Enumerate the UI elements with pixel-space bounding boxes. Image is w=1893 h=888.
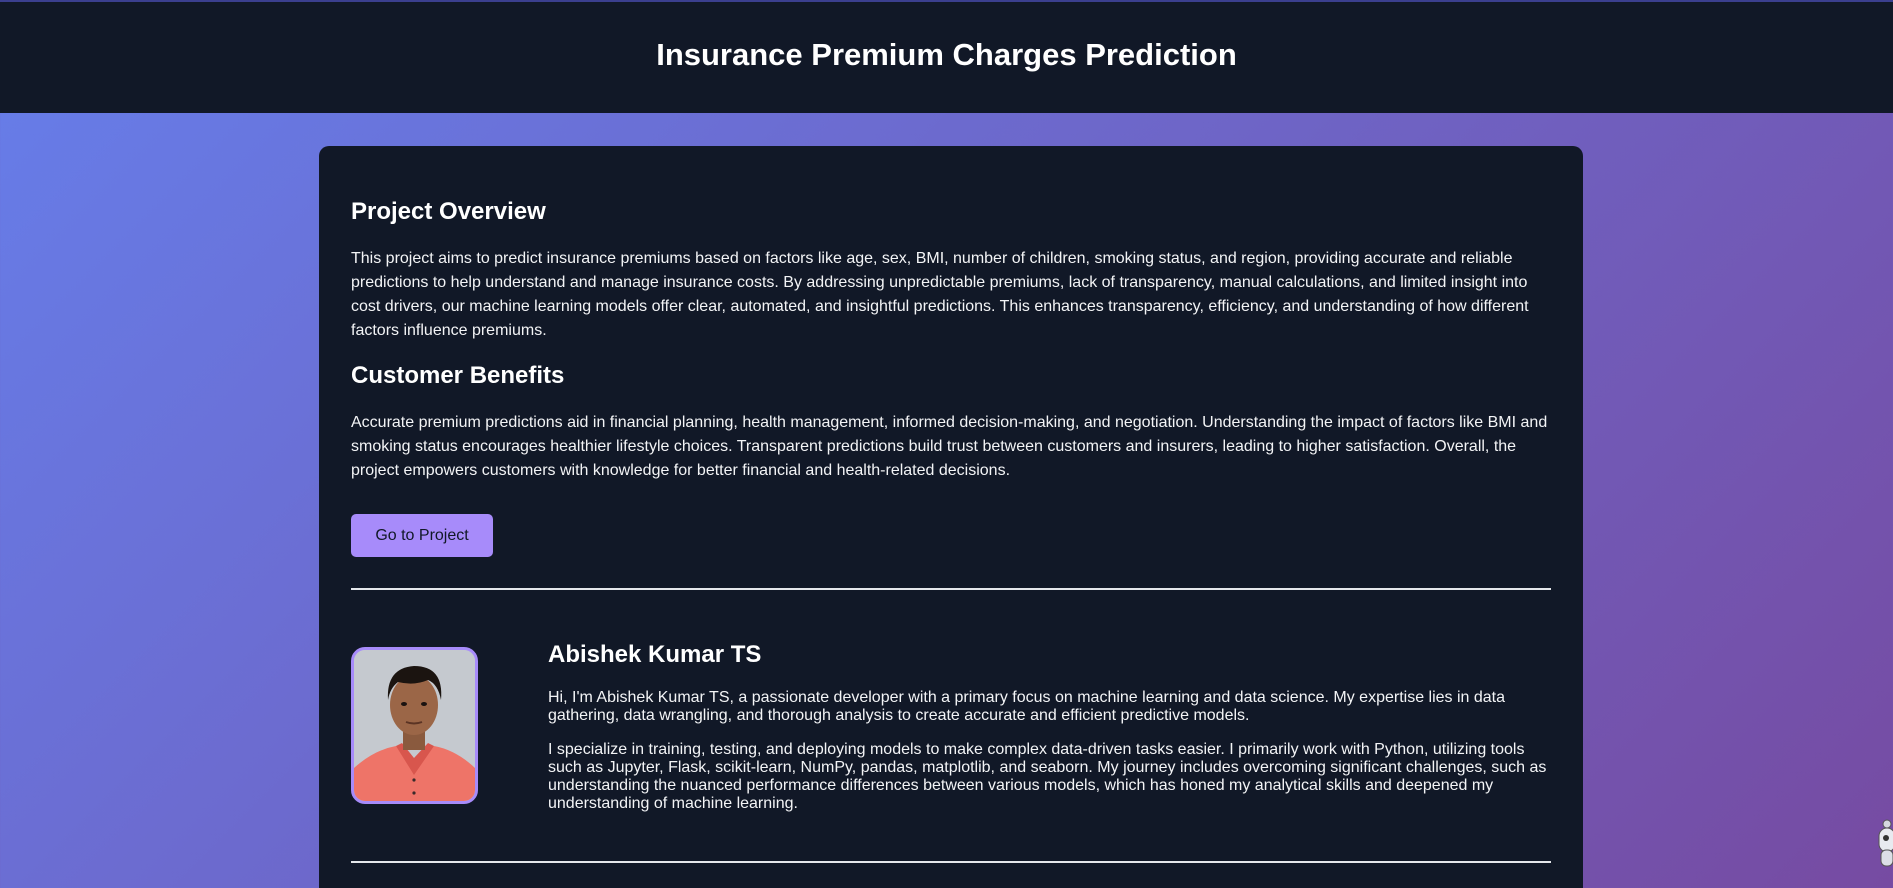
site-header: Insurance Premium Charges Prediction [0, 0, 1893, 113]
profile-photo-icon [354, 650, 475, 801]
robot-assistant-icon[interactable] [1873, 812, 1893, 868]
author-bio-intro: Hi, I'm Abishek Kumar TS, a passionate d… [548, 689, 1506, 724]
benefits-text: Accurate premium predictions aid in fina… [351, 414, 1548, 479]
author-name: Abishek Kumar TS [548, 641, 762, 668]
section-divider [351, 588, 1551, 590]
overview-heading: Project Overview [351, 198, 546, 225]
section-divider [351, 861, 1551, 863]
overview-text: This project aims to predict insurance p… [351, 250, 1529, 339]
page-title: Insurance Premium Charges Prediction [656, 36, 1237, 72]
benefits-heading: Customer Benefits [351, 362, 565, 389]
content-card: Project Overview This project aims to pr… [319, 146, 1583, 888]
author-bio-details: I specialize in training, testing, and d… [548, 741, 1547, 812]
avatar [351, 647, 478, 804]
go-to-project-button[interactable]: Go to Project [351, 514, 493, 557]
